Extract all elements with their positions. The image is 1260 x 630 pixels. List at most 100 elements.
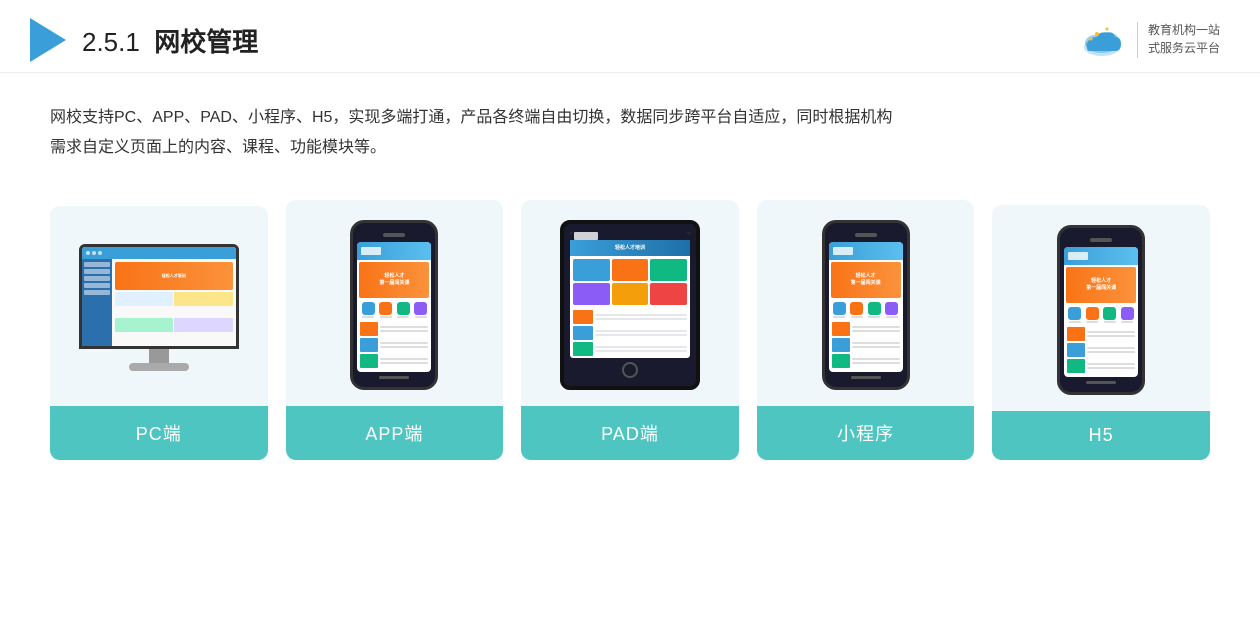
tablet-thumb-2 xyxy=(573,326,593,340)
card-miniprogram: 轻松人才第一届闯关课 xyxy=(757,200,975,460)
icon-label-h1 xyxy=(1069,321,1081,323)
screen-content: 轻松人才培训 xyxy=(82,259,236,346)
screen-card-2 xyxy=(174,292,233,306)
phone-banner-mini: 轻松人才第一届闯关课 xyxy=(831,262,901,298)
content-thumb-1 xyxy=(360,322,378,336)
phone-content-row-m1 xyxy=(832,322,900,336)
brand-logo: 教育机构一站 式服务云平台 xyxy=(1077,19,1220,61)
tablet-line-1a xyxy=(595,314,687,316)
phone-screen-top-mini xyxy=(829,242,903,260)
icon-label-4 xyxy=(415,316,427,318)
section-number: 2.5.1 xyxy=(82,27,140,57)
tablet-line-2b xyxy=(595,334,687,336)
icon-label-3 xyxy=(397,316,409,318)
tablet-list-row-1 xyxy=(573,310,687,324)
icon-circle-m3 xyxy=(868,302,881,315)
logo-triangle-icon xyxy=(30,18,66,62)
content-lines-3 xyxy=(380,354,428,368)
icon-label-h4 xyxy=(1121,321,1133,323)
screen-dot-3 xyxy=(98,251,102,255)
phone-device-app: 轻松人才第一届闯关课 xyxy=(350,220,438,390)
miniprogram-image-area: 轻松人才第一届闯关课 xyxy=(757,200,975,406)
phone-banner-app: 轻松人才第一届闯关课 xyxy=(359,262,429,298)
icon-label-2 xyxy=(380,316,392,318)
content-lines-h1 xyxy=(1087,327,1135,341)
icon-label-h2 xyxy=(1086,321,1098,323)
phone-device-mini: 轻松人才第一届闯关课 xyxy=(822,220,910,390)
tablet-thumb-3 xyxy=(573,342,593,356)
monitor-stand-neck xyxy=(149,349,169,363)
sidebar-item-4 xyxy=(84,283,110,288)
tablet-card-3 xyxy=(650,259,687,281)
device-cards-row: 轻松人才培训 xyxy=(50,200,1210,460)
phone-logo-app xyxy=(361,247,381,255)
brand-tagline2: 式服务云平台 xyxy=(1148,41,1220,57)
icon-circle-2 xyxy=(379,302,392,315)
tablet-list-row-2 xyxy=(573,326,687,340)
description-line2: 需求自定义页面上的内容、课程、功能模块等。 xyxy=(50,139,386,156)
phone-content-row-h1 xyxy=(1067,327,1135,341)
phone-home-bar-mini xyxy=(851,376,881,379)
phone-banner-h5: 轻松人才第一届闯关课 xyxy=(1066,267,1136,303)
content-line-h2b xyxy=(1087,351,1135,353)
description-line1: 网校支持PC、APP、PAD、小程序、H5，实现多端打通，产品各终端自由切换，数… xyxy=(50,109,892,126)
phone-speaker-mini xyxy=(855,233,877,237)
tablet-card-5 xyxy=(612,283,649,305)
screen-main-content: 轻松人才培训 xyxy=(112,259,236,346)
phone-home-bar-app xyxy=(379,376,409,379)
phone-screen-h5: 轻松人才第一届闯关课 xyxy=(1064,247,1138,377)
screen-card-3 xyxy=(115,318,174,332)
card-h5: 轻松人才第一届闯关课 xyxy=(992,205,1210,460)
description-text: 网校支持PC、APP、PAD、小程序、H5，实现多端打通，产品各终端自由切换，数… xyxy=(50,103,1210,164)
icon-label-h3 xyxy=(1104,321,1116,323)
screen-dot-2 xyxy=(92,251,96,255)
content-lines-m2 xyxy=(852,338,900,352)
tablet-lines-1 xyxy=(595,314,687,320)
content-line-m3b xyxy=(852,362,900,364)
tablet-card-6 xyxy=(650,283,687,305)
tablet-lines-2 xyxy=(595,330,687,336)
content-line-m2b xyxy=(852,346,900,348)
phone-content-row-m2 xyxy=(832,338,900,352)
screen-banner: 轻松人才培训 xyxy=(115,262,233,290)
phone-icon-m1 xyxy=(832,302,848,318)
brand-svg-icon xyxy=(1077,19,1127,61)
phone-device-h5: 轻松人才第一届闯关课 xyxy=(1057,225,1145,395)
phone-icon-h4 xyxy=(1120,307,1136,323)
tablet-line-3b xyxy=(595,350,687,352)
tablet-cards-area-pad xyxy=(570,256,690,308)
screen-topbar xyxy=(82,247,236,259)
phone-speaker-h5 xyxy=(1090,238,1112,242)
icon-label-m4 xyxy=(886,316,898,318)
phone-content-row-m3 xyxy=(832,354,900,368)
content-lines-h3 xyxy=(1087,359,1135,373)
brand-tagline1: 教育机构一站 xyxy=(1148,23,1220,39)
screen-sidebar xyxy=(82,259,112,346)
app-card-label: APP端 xyxy=(286,406,504,460)
card-app: 轻松人才第一届闯关课 xyxy=(286,200,504,460)
phone-content-row-2 xyxy=(360,338,428,352)
h5-card-label: H5 xyxy=(992,411,1210,460)
phone-content-row-3 xyxy=(360,354,428,368)
phone-content-row-h2 xyxy=(1067,343,1135,357)
content-lines-m3 xyxy=(852,354,900,368)
monitor-body: 轻松人才培训 xyxy=(79,244,239,349)
screen-card-1 xyxy=(115,292,174,306)
phone-icon-m3 xyxy=(867,302,883,318)
monitor-screen: 轻松人才培训 xyxy=(82,247,236,346)
tablet-lines-3 xyxy=(595,346,687,352)
card-pad: 轻松人才培训 xyxy=(521,200,739,460)
tablet-banner-text-pad: 轻松人才培训 xyxy=(615,244,645,251)
content-line-1b xyxy=(380,330,428,332)
icon-circle-h2 xyxy=(1086,307,1099,320)
h5-image-area: 轻松人才第一届闯关课 xyxy=(992,205,1210,411)
content-lines-m1 xyxy=(852,322,900,336)
screen-card-4 xyxy=(174,318,233,332)
phone-icon-1 xyxy=(360,302,376,318)
icon-circle-4 xyxy=(414,302,427,315)
brand-divider xyxy=(1137,22,1138,58)
phone-logo-h5 xyxy=(1068,252,1088,260)
pc-card-label: PC端 xyxy=(50,406,268,460)
phone-screen-top-app xyxy=(357,242,431,260)
page: 2.5.1 网校管理 xyxy=(0,0,1260,630)
